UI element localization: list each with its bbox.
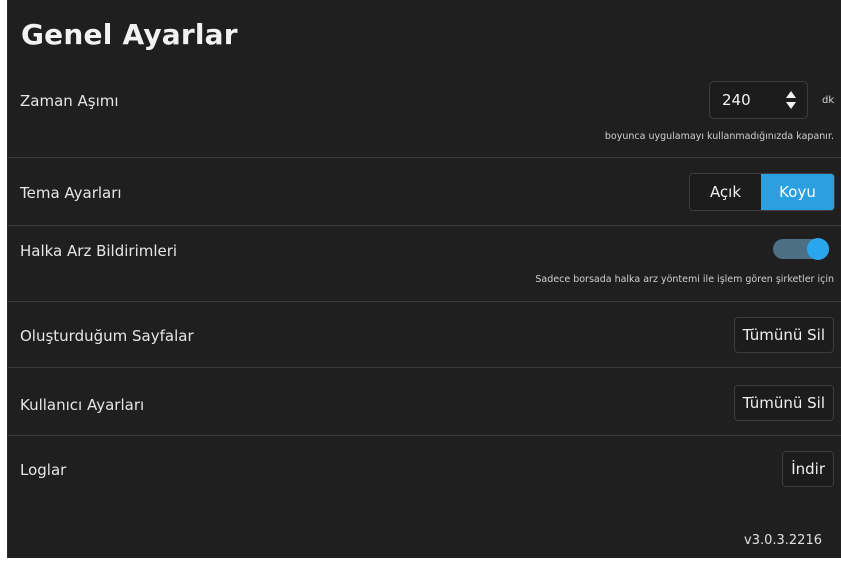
- general-settings-panel: Genel Ayarlar Zaman Aşımı 240 dk boyunca…: [7, 0, 841, 558]
- timeout-hint: boyunca uygulamayı kullanmadığınızda kap…: [604, 131, 834, 142]
- spinner-up-icon[interactable]: [786, 91, 796, 98]
- download-logs-button[interactable]: İndir: [782, 451, 834, 487]
- version-label: v3.0.3.2216: [744, 533, 822, 548]
- divider: [8, 157, 841, 158]
- ipo-notifications-label: Halka Arz Bildirimleri: [20, 242, 178, 260]
- divider: [8, 435, 841, 436]
- theme-option-light[interactable]: Açık: [690, 174, 761, 210]
- timeout-value[interactable]: 240: [722, 91, 751, 109]
- timeout-unit: dk: [822, 95, 835, 106]
- toggle-knob[interactable]: [807, 238, 829, 260]
- delete-all-user-settings-button[interactable]: Tümünü Sil: [733, 385, 834, 421]
- my-pages-label: Oluşturduğum Sayfalar: [20, 327, 194, 345]
- delete-all-pages-button[interactable]: Tümünü Sil: [733, 317, 834, 353]
- user-settings-label: Kullanıcı Ayarları: [20, 396, 145, 414]
- divider: [8, 367, 841, 368]
- page-title: Genel Ayarlar: [21, 18, 238, 51]
- timeout-label: Zaman Aşımı: [20, 92, 119, 110]
- timeout-number-input[interactable]: 240: [709, 81, 808, 119]
- ipo-notifications-hint: Sadece borsada halka arz yöntemi ile işl…: [535, 274, 834, 285]
- theme-option-dark[interactable]: Koyu: [761, 174, 834, 210]
- logs-label: Loglar: [20, 461, 67, 479]
- ipo-notifications-toggle[interactable]: [773, 235, 829, 263]
- bottom-strip: [0, 558, 841, 562]
- theme-label: Tema Ayarları: [20, 184, 122, 202]
- timeout-stepper[interactable]: [785, 90, 797, 112]
- spinner-down-icon[interactable]: [786, 102, 796, 109]
- theme-segmented-control[interactable]: Açık Koyu: [689, 173, 835, 211]
- divider: [8, 301, 841, 302]
- divider: [8, 225, 841, 226]
